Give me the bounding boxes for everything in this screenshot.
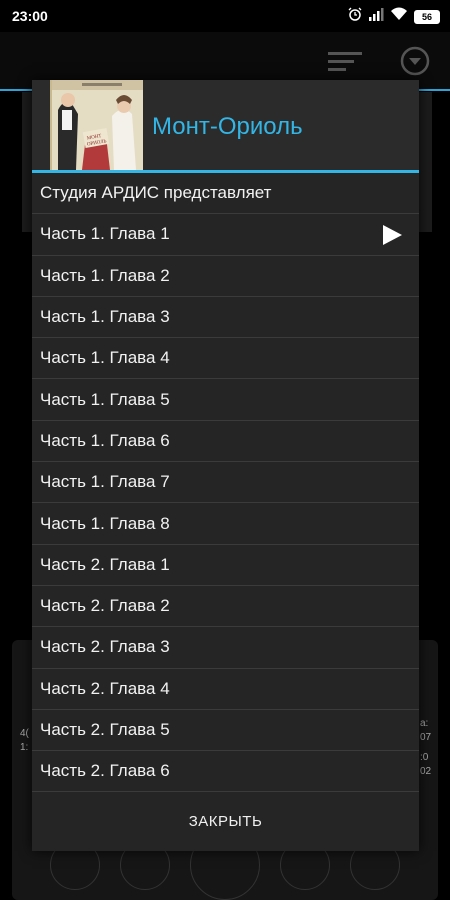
list-item[interactable]: Часть 1. Глава 6 bbox=[32, 421, 419, 463]
list-item[interactable]: Часть 2. Глава 2 bbox=[32, 586, 419, 628]
book-cover-image: МОНТ ОРИОЛЬ bbox=[50, 80, 143, 170]
list-item-label: Студия АРДИС представляет bbox=[40, 183, 272, 203]
list-item[interactable]: Часть 1. Глава 8 bbox=[32, 503, 419, 545]
list-item-label: Часть 1. Глава 5 bbox=[40, 389, 170, 409]
list-item[interactable]: Часть 2. Глава 5 bbox=[32, 710, 419, 752]
list-item-label: Часть 1. Глава 4 bbox=[40, 348, 170, 368]
dialog-title: Монт-Ориоль bbox=[152, 113, 303, 140]
list-item-label: Часть 1. Глава 6 bbox=[40, 430, 170, 450]
battery-indicator: 56 bbox=[414, 9, 440, 24]
menu-icon[interactable] bbox=[328, 50, 362, 77]
list-item[interactable]: Часть 2. Глава 3 bbox=[32, 627, 419, 669]
background-text: 07 bbox=[420, 732, 432, 743]
list-item[interactable]: Часть 2. Глава 6 bbox=[32, 751, 419, 793]
list-item-label: Часть 1. Глава 1 bbox=[40, 224, 170, 244]
chapter-list: Студия АРДИС представляет Часть 1. Глава… bbox=[32, 173, 419, 793]
background-text: 02 bbox=[420, 766, 432, 777]
list-item[interactable]: Студия АРДИС представляет bbox=[32, 173, 419, 215]
wifi-icon bbox=[390, 7, 408, 26]
status-bar: 23:00 56 bbox=[0, 0, 450, 32]
list-item-label: Часть 2. Глава 3 bbox=[40, 637, 170, 657]
list-item[interactable]: Часть 1. Глава 3 bbox=[32, 297, 419, 339]
list-item-label: Часть 2. Глава 2 bbox=[40, 596, 170, 616]
list-item[interactable]: Часть 1. Глава 1 bbox=[32, 214, 419, 256]
list-item-label: Часть 2. Глава 6 bbox=[40, 761, 170, 781]
list-item-label: Часть 1. Глава 3 bbox=[40, 307, 170, 327]
list-item[interactable]: Часть 1. Глава 7 bbox=[32, 462, 419, 504]
list-item-label: Часть 1. Глава 8 bbox=[40, 513, 170, 533]
list-item-label: Часть 2. Глава 5 bbox=[40, 720, 170, 739]
status-time: 23:00 bbox=[12, 8, 48, 24]
list-item[interactable]: Часть 1. Глава 5 bbox=[32, 379, 419, 421]
dialog-header: МОНТ ОРИОЛЬ Монт-Ориоль bbox=[32, 80, 419, 173]
list-item[interactable]: Часть 2. Глава 4 bbox=[32, 669, 419, 710]
status-icons: 56 bbox=[348, 7, 440, 26]
list-item-label: Часть 1. Глава 7 bbox=[40, 472, 170, 492]
chapter-list-dialog: МОНТ ОРИОЛЬ Монт-Ориоль Студия АРДИС пре… bbox=[32, 80, 419, 851]
signal-icon bbox=[368, 7, 384, 26]
list-item[interactable]: Часть 1. Глава 4 bbox=[32, 338, 419, 380]
list-item[interactable]: Часть 1. Глава 2 bbox=[32, 256, 419, 297]
close-button[interactable]: ЗАКРЫТЬ bbox=[159, 803, 293, 840]
list-item-label: Часть 1. Глава 2 bbox=[40, 265, 170, 285]
background-text: 1: bbox=[20, 742, 29, 753]
dialog-footer: ЗАКРЫТЬ bbox=[32, 791, 419, 851]
play-icon bbox=[381, 224, 403, 251]
background-text: а: bbox=[420, 718, 429, 729]
background-text: :0 bbox=[420, 752, 429, 763]
alarm-icon bbox=[348, 7, 362, 26]
background-text: 4( bbox=[20, 728, 29, 739]
list-item-label: Часть 2. Глава 4 bbox=[40, 678, 170, 698]
list-item[interactable]: Часть 2. Глава 1 bbox=[32, 545, 419, 586]
list-item-label: Часть 2. Глава 1 bbox=[40, 554, 170, 574]
chevron-down-circle-icon[interactable] bbox=[400, 46, 430, 81]
